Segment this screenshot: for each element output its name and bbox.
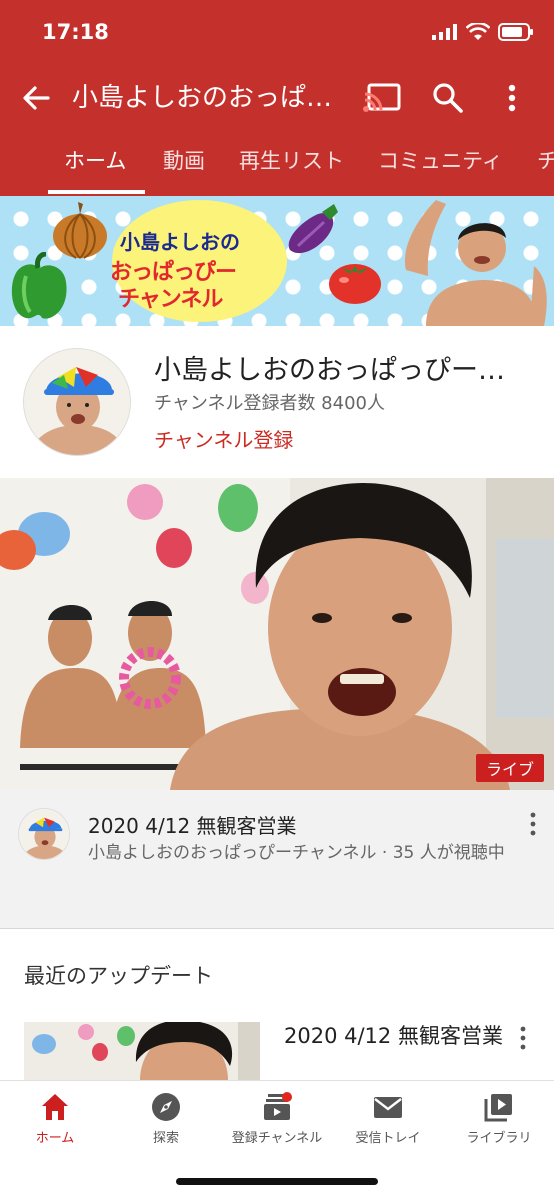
search-icon[interactable] [430,80,466,116]
channel-name: 小島よしおのおっぱっぴー… [154,355,505,386]
channel-tabs: ホーム 動画 再生リスト コミュニティ チ [0,130,554,196]
recent-video-image [24,1022,260,1082]
battery-icon [498,23,533,41]
more-vert-icon[interactable] [526,810,540,840]
youtube-channel-screen: 17:18 小島よしおのおっぱ… ホーム 動画 再生リスト コミュニティ チ 小… [0,0,554,1200]
nav-explore[interactable]: 探索 [111,1081,221,1161]
eggplant-illustration [288,204,338,254]
nav-library[interactable]: ライブラリ [444,1081,554,1161]
channel-info: 小島よしおのおっぱっぴー… チャンネル登録者数 8400人 チャンネル登録 [0,326,554,478]
avatar-small-illustration [19,809,69,859]
active-tab-indicator [48,190,145,194]
explore-icon [152,1093,180,1121]
status-time: 17:18 [42,20,109,44]
subscribe-button[interactable]: チャンネル登録 [154,424,293,453]
app-bar-title: 小島よしおのおっぱ… [72,83,333,113]
nav-inbox-label: 受信トレイ [355,1131,421,1146]
nav-home-label: ホーム [35,1131,75,1146]
nav-subscriptions-label: 登録チャンネル [231,1131,323,1146]
more-vert-icon[interactable] [516,1024,530,1054]
live-badge: ライブ [475,754,544,782]
subscriber-count: チャンネル登録者数 8400人 [154,393,385,414]
home-indicator[interactable] [176,1178,378,1185]
app-header: 17:18 小島よしおのおっぱ… ホーム 動画 再生リスト コミュニティ チ [0,0,554,196]
onion-illustration [53,202,107,259]
tab-videos[interactable]: 動画 [163,130,205,196]
tab-channels[interactable]: チ [537,130,554,196]
live-video-title: 2020 4/12 無観客営業 [88,814,297,838]
subscriptions-icon [264,1092,292,1120]
banner-title-line3: チャンネル [118,287,223,312]
cast-icon[interactable] [362,80,402,116]
tomato-illustration [329,264,381,304]
banner-title-line1: 小島よしおの [120,230,240,254]
live-video-thumbnail[interactable]: ライブ [0,478,554,790]
nav-inbox[interactable]: 受信トレイ [333,1081,443,1161]
tab-playlists[interactable]: 再生リスト [239,130,344,196]
nav-home[interactable]: ホーム [0,1081,110,1161]
channel-banner: 小島よしおの おっぱっぴー チャンネル [0,196,554,326]
recent-video-title[interactable]: 2020 4/12 無観客営業 [284,1022,504,1050]
nav-library-label: ライブラリ [466,1131,532,1146]
more-vert-icon[interactable] [500,80,524,116]
live-video-details[interactable]: 2020 4/12 無観客営業 小島よしおのおっぱっぴーチャンネル · 35 人… [0,790,554,928]
nav-explore-label: 探索 [152,1131,179,1146]
video-channel-avatar[interactable] [18,808,70,860]
tab-community[interactable]: コミュニティ [378,130,503,196]
wifi-icon [466,23,490,40]
live-video-image [0,478,554,790]
tab-home[interactable]: ホーム [64,130,126,196]
home-icon [42,1094,68,1120]
cellular-signal-icon [432,24,457,40]
recent-updates-heading: 最近のアップデート [24,964,213,988]
live-video-subtitle: 小島よしおのおっぱっぴーチャンネル · 35 人が視聴中 [88,843,505,863]
section-divider [0,928,554,929]
banner-person-photo [404,200,547,326]
library-icon [484,1094,512,1122]
channel-avatar[interactable] [23,348,131,456]
pepper-illustration [11,252,67,319]
inbox-icon [374,1097,402,1118]
recent-video-thumbnail[interactable] [24,1022,260,1082]
avatar-illustration [24,349,130,455]
status-icons [432,22,534,42]
nav-subscriptions[interactable]: 登録チャンネル [222,1081,332,1161]
arrow-back-icon[interactable] [18,80,54,116]
